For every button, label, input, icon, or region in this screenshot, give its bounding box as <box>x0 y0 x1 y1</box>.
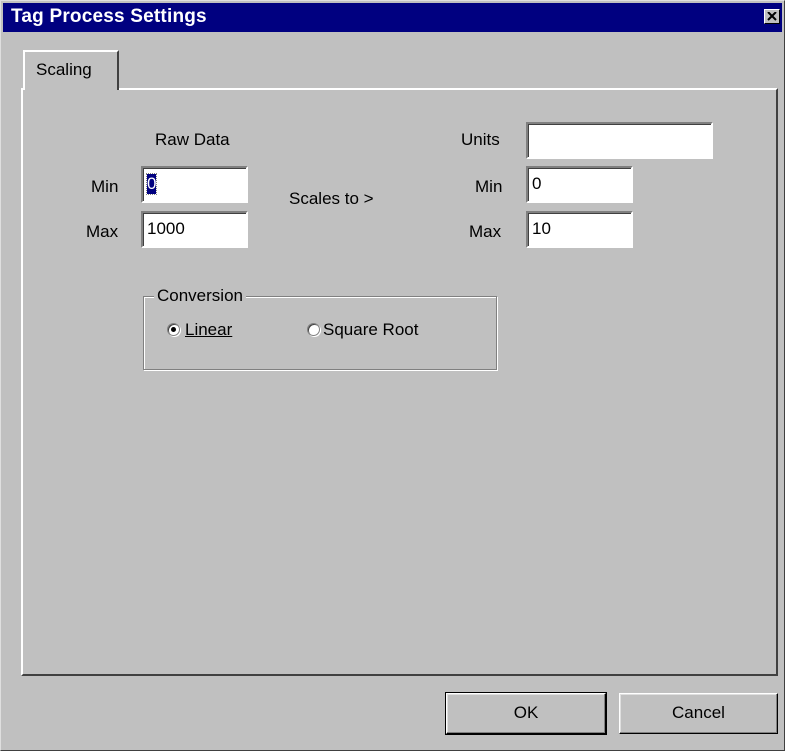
square-root-radio[interactable] <box>307 323 320 336</box>
scaled-max-input[interactable]: 10 <box>526 211 633 248</box>
scales-to-label: Scales to > <box>289 189 374 208</box>
cancel-button[interactable]: Cancel <box>619 693 778 734</box>
units-input[interactable] <box>526 122 713 159</box>
linear-radio-dot <box>171 327 176 332</box>
scaled-min-input[interactable]: 0 <box>526 166 633 203</box>
tab-panel-scaling <box>21 88 778 676</box>
tab-scaling-label: Scaling <box>36 60 92 79</box>
window-title: Tag Process Settings <box>11 6 207 27</box>
tab-scaling[interactable]: Scaling <box>23 50 119 90</box>
scaled-min-value: 0 <box>532 174 542 193</box>
linear-radio-label[interactable]: Linear <box>185 320 232 340</box>
close-button[interactable] <box>764 9 780 24</box>
raw-data-heading: Raw Data <box>155 130 230 149</box>
scaled-max-label: Max <box>469 222 502 241</box>
units-label: Units <box>461 130 500 149</box>
raw-min-value: 0 <box>145 173 158 195</box>
raw-max-value: 1000 <box>147 219 185 238</box>
raw-max-label: Max <box>86 222 119 241</box>
conversion-title: Conversion <box>154 286 246 306</box>
linear-radio[interactable] <box>167 323 180 336</box>
raw-max-input[interactable]: 1000 <box>141 211 248 248</box>
title-bar: Tag Process Settings <box>3 3 782 32</box>
raw-min-label: Min <box>91 177 119 196</box>
square-root-radio-label[interactable]: Square Root <box>323 320 418 340</box>
scaled-min-label: Min <box>475 177 503 196</box>
close-icon <box>767 12 777 21</box>
ok-button[interactable]: OK <box>445 692 607 735</box>
scaled-max-value: 10 <box>532 219 551 238</box>
raw-min-input[interactable]: 0 <box>141 166 248 203</box>
